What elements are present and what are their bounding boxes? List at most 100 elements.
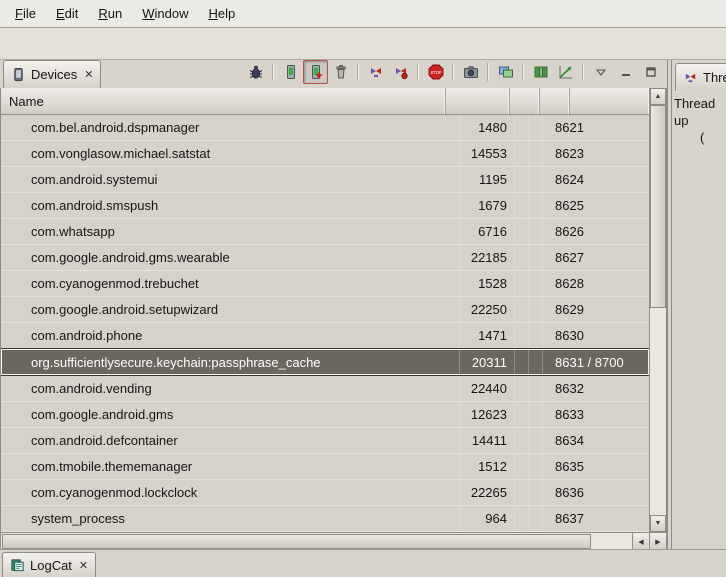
empty-cell bbox=[529, 167, 543, 192]
process-row[interactable]: com.cyanogenmod.trebuchet15288628 bbox=[1, 271, 649, 297]
pid-cell: 1471 bbox=[460, 323, 515, 348]
tab-logcat-label: LogCat bbox=[30, 558, 72, 573]
empty-cell bbox=[529, 115, 543, 140]
menu-file[interactable]: File bbox=[6, 3, 45, 24]
port-cell: 8636 bbox=[543, 480, 649, 505]
menu-help[interactable]: Help bbox=[199, 3, 244, 24]
pid-cell: 1480 bbox=[460, 115, 515, 140]
column-header-c1[interactable] bbox=[510, 88, 540, 114]
empty-cell bbox=[515, 323, 529, 348]
debug-process-icon[interactable] bbox=[243, 60, 268, 84]
empty-cell bbox=[529, 141, 543, 166]
scroll-left-icon[interactable]: ◀ bbox=[632, 533, 649, 550]
process-list: com.bel.android.dspmanager14808621com.vo… bbox=[1, 115, 649, 532]
port-cell: 8631 / 8700 bbox=[543, 349, 649, 375]
bottom-tabbar: LogCat ✕ bbox=[0, 549, 726, 577]
empty-cell bbox=[529, 376, 543, 401]
dump-hprof-icon[interactable] bbox=[303, 60, 328, 84]
port-cell: 8630 bbox=[543, 323, 649, 348]
pid-cell: 14411 bbox=[460, 428, 515, 453]
stop-process-icon[interactable]: STOP bbox=[423, 60, 448, 84]
process-row[interactable]: system_process9648637 bbox=[1, 506, 649, 532]
empty-cell bbox=[515, 480, 529, 505]
empty-cell bbox=[529, 506, 543, 531]
maximize-icon[interactable] bbox=[638, 60, 663, 84]
horizontal-scroll-thumb[interactable] bbox=[2, 534, 591, 549]
menubar: File Edit Run Window Help bbox=[0, 0, 726, 28]
port-cell: 8623 bbox=[543, 141, 649, 166]
process-name-cell: com.android.defcontainer bbox=[1, 428, 460, 453]
process-row[interactable]: com.vonglasow.michael.satstat145538623 bbox=[1, 141, 649, 167]
pid-cell: 22440 bbox=[460, 376, 515, 401]
tab-devices-close-icon[interactable]: ✕ bbox=[84, 68, 93, 81]
tab-threads[interactable]: Threa bbox=[675, 63, 726, 91]
process-row[interactable]: com.google.android.gms126238633 bbox=[1, 402, 649, 428]
scroll-down-icon[interactable]: ▼ bbox=[650, 515, 666, 532]
minimize-icon[interactable] bbox=[613, 60, 638, 84]
process-row[interactable]: com.google.android.gms.wearable221858627 bbox=[1, 245, 649, 271]
empty-cell bbox=[515, 297, 529, 322]
main-area: Devices ✕ bbox=[0, 60, 726, 550]
network-statistics-icon[interactable] bbox=[553, 60, 578, 84]
column-header-port[interactable] bbox=[570, 88, 649, 114]
tab-devices[interactable]: Devices ✕ bbox=[3, 60, 101, 88]
empty-cell bbox=[515, 428, 529, 453]
empty-cell bbox=[529, 402, 543, 427]
process-name-cell: com.cyanogenmod.trebuchet bbox=[1, 271, 460, 296]
update-threads-icon[interactable] bbox=[363, 60, 388, 84]
process-row[interactable]: com.android.phone1471 8630 bbox=[1, 323, 649, 349]
process-row[interactable]: com.whatsapp67168626 bbox=[1, 219, 649, 245]
process-row[interactable]: com.tmobile.thememanager15128635 bbox=[1, 454, 649, 480]
empty-cell bbox=[515, 454, 529, 479]
column-header-c2[interactable] bbox=[540, 88, 570, 114]
process-row-selected[interactable]: org.sufficientlysecure.keychain:passphra… bbox=[1, 348, 649, 376]
threads-message-line2: ( bbox=[700, 129, 724, 146]
threads-message-line1: Thread up bbox=[674, 95, 724, 129]
toolbar-separator bbox=[522, 63, 524, 81]
column-header-pid[interactable] bbox=[446, 88, 510, 114]
toolbar-separator bbox=[452, 63, 454, 81]
devices-tabbar: Devices ✕ bbox=[0, 60, 667, 88]
process-name-cell: system_process bbox=[1, 506, 460, 531]
empty-cell bbox=[529, 245, 543, 270]
pid-cell: 6716 bbox=[460, 219, 515, 244]
heap-columns-icon[interactable] bbox=[528, 60, 553, 84]
menu-window[interactable]: Window bbox=[133, 3, 197, 24]
empty-cell bbox=[515, 402, 529, 427]
start-method-profiling-icon[interactable] bbox=[388, 60, 413, 84]
svg-text:STOP: STOP bbox=[430, 70, 442, 75]
column-header-name[interactable]: Name bbox=[1, 88, 446, 114]
menu-edit[interactable]: Edit bbox=[47, 3, 87, 24]
menu-run[interactable]: Run bbox=[89, 3, 131, 24]
view-menu-icon[interactable] bbox=[588, 60, 613, 84]
vertical-scroll-thumb[interactable] bbox=[650, 105, 666, 308]
process-row[interactable]: com.android.vending224408632 bbox=[1, 376, 649, 402]
threads-tabbar: Threa bbox=[672, 60, 726, 91]
screen-capture-icon[interactable] bbox=[458, 60, 483, 84]
process-row[interactable]: com.google.android.setupwizard222508629 bbox=[1, 297, 649, 323]
process-table: Name com.bel.android.dspmanager14808621c… bbox=[0, 88, 667, 533]
vertical-scroll-track[interactable] bbox=[650, 105, 666, 515]
port-cell: 8629 bbox=[543, 297, 649, 322]
scroll-up-icon[interactable]: ▲ bbox=[650, 88, 666, 105]
update-heap-icon[interactable] bbox=[278, 60, 303, 84]
process-row[interactable]: com.android.smspush16798625 bbox=[1, 193, 649, 219]
process-row[interactable]: com.cyanogenmod.lockclock222658636 bbox=[1, 480, 649, 506]
tab-logcat-close-icon[interactable]: ✕ bbox=[79, 559, 88, 572]
screenshot-gallery-icon[interactable] bbox=[493, 60, 518, 84]
port-cell: 8627 bbox=[543, 245, 649, 270]
horizontal-scroll-track[interactable] bbox=[1, 533, 632, 550]
vertical-scrollbar[interactable]: ▲ ▼ bbox=[649, 88, 666, 532]
process-row[interactable]: com.android.systemui11958624 bbox=[1, 167, 649, 193]
process-name-cell: com.android.phone bbox=[1, 323, 460, 348]
process-row[interactable]: com.bel.android.dspmanager14808621 bbox=[1, 115, 649, 141]
scroll-right-icon[interactable]: ▶ bbox=[649, 533, 666, 550]
process-name-cell: com.android.vending bbox=[1, 376, 460, 401]
tab-logcat[interactable]: LogCat ✕ bbox=[2, 552, 96, 577]
cause-gc-icon[interactable] bbox=[328, 60, 353, 84]
ddms-window: File Edit Run Window Help Devices ✕ bbox=[0, 0, 726, 577]
empty-cell bbox=[529, 480, 543, 505]
empty-cell bbox=[529, 297, 543, 322]
process-row[interactable]: com.android.defcontainer144118634 bbox=[1, 428, 649, 454]
empty-cell bbox=[529, 219, 543, 244]
